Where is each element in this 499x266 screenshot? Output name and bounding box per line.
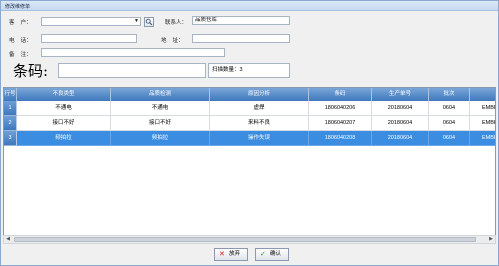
- cancel-button[interactable]: ✕ 放弃: [214, 248, 248, 261]
- cell-extra[interactable]: EMBFN: [470, 131, 495, 146]
- cell-defect-type[interactable]: 频拍拉: [17, 131, 111, 146]
- cancel-button-label: 放弃: [229, 251, 241, 257]
- row-number[interactable]: 2: [4, 116, 17, 131]
- contact-field[interactable]: 品质仓库: [192, 16, 290, 25]
- note-field[interactable]: [41, 48, 225, 57]
- repair-order-edit-window: 修改维修单 客 户： ▼ 联系人： 品质仓库 电 话： 地 址： 备 注： 条码…: [0, 0, 499, 266]
- confirm-button-label: 确认: [270, 251, 282, 257]
- column-header-defect-type[interactable]: 不良类型: [17, 88, 111, 101]
- cell-defect-type[interactable]: 不通电: [17, 101, 111, 116]
- repair-items-grid[interactable]: 行号 不良类型 品质检测 原因分析 条码 生产单号 批次 1 不通电 不通电 虚…: [3, 87, 496, 244]
- contact-value: 品质仓库: [195, 17, 218, 23]
- table-row[interactable]: 1 不通电 不通电 虚焊 1806040206 20180604 0604 EM…: [4, 101, 495, 116]
- row-number[interactable]: 3: [4, 131, 17, 146]
- cell-batch[interactable]: 0604: [429, 101, 470, 116]
- column-header-barcode[interactable]: 条码: [309, 88, 372, 101]
- title-bar: 修改维修单: [1, 1, 498, 11]
- scrollbar-thumb[interactable]: [14, 237, 476, 242]
- cell-barcode[interactable]: 1806040206: [309, 101, 372, 116]
- column-header-extra[interactable]: [470, 88, 495, 101]
- window-title: 修改维修单: [5, 4, 31, 10]
- grid-header: 行号 不良类型 品质检测 原因分析 条码 生产单号 批次: [4, 88, 495, 101]
- cell-cause-analysis[interactable]: 操作失误: [210, 131, 309, 146]
- chevron-down-icon[interactable]: ▼: [134, 18, 139, 25]
- row-number[interactable]: 1: [4, 101, 17, 116]
- cell-batch[interactable]: 0604: [429, 116, 470, 131]
- scroll-right-icon[interactable]: ▶: [487, 236, 495, 243]
- barcode-label: 条码:: [13, 62, 49, 80]
- column-header-row-number[interactable]: 行号: [4, 88, 17, 101]
- table-row[interactable]: 2 接口不好 接口不好 来料不良 1806040207 20180604 060…: [4, 116, 495, 131]
- column-header-batch[interactable]: 批次: [429, 88, 470, 101]
- table-row-selected[interactable]: 3 频拍拉 频拍拉 操作失误 1806040208 20180604 0604 …: [4, 131, 495, 146]
- scan-count-text: 扫描数量：3: [212, 67, 243, 73]
- contact-label: 联系人：: [165, 20, 188, 26]
- cell-defect-type[interactable]: 接口不好: [17, 116, 111, 131]
- column-header-cause-analysis[interactable]: 原因分析: [210, 88, 309, 101]
- scroll-left-icon[interactable]: ◀: [4, 236, 12, 243]
- cell-extra[interactable]: EMBFN: [470, 101, 495, 116]
- cell-extra[interactable]: EMBFN: [470, 116, 495, 131]
- note-label: 备 注：: [9, 52, 32, 58]
- cell-production-order[interactable]: 20180604: [372, 101, 429, 116]
- cell-quality-check[interactable]: 不通电: [111, 101, 210, 116]
- green-check-icon: ✓: [260, 251, 266, 258]
- cell-production-order[interactable]: 20180604: [372, 131, 429, 146]
- barcode-input[interactable]: [58, 63, 206, 78]
- search-customer-button[interactable]: [144, 17, 154, 27]
- column-header-production-order[interactable]: 生产单号: [372, 88, 429, 101]
- scan-count-display: 扫描数量：3: [208, 63, 290, 78]
- customer-combobox[interactable]: ▼: [41, 17, 141, 26]
- cell-production-order[interactable]: 20180604: [372, 116, 429, 131]
- cell-barcode[interactable]: 1806040208: [309, 131, 372, 146]
- search-icon: [145, 18, 153, 26]
- phone-field[interactable]: [41, 34, 137, 43]
- red-x-icon: ✕: [219, 251, 225, 258]
- address-field[interactable]: [192, 34, 290, 43]
- column-header-quality-check[interactable]: 品质检测: [111, 88, 210, 101]
- cell-cause-analysis[interactable]: 虚焊: [210, 101, 309, 116]
- customer-label: 客 户：: [9, 20, 32, 26]
- cell-cause-analysis[interactable]: 来料不良: [210, 116, 309, 131]
- cell-barcode[interactable]: 1806040207: [309, 116, 372, 131]
- address-label: 地 址：: [161, 38, 184, 44]
- horizontal-scrollbar[interactable]: ◀ ▶: [3, 235, 496, 244]
- cell-quality-check[interactable]: 频拍拉: [111, 131, 210, 146]
- cell-quality-check[interactable]: 接口不好: [111, 116, 210, 131]
- cell-batch[interactable]: 0604: [429, 131, 470, 146]
- phone-label: 电 话：: [9, 38, 32, 44]
- confirm-button[interactable]: ✓ 确认: [255, 248, 289, 261]
